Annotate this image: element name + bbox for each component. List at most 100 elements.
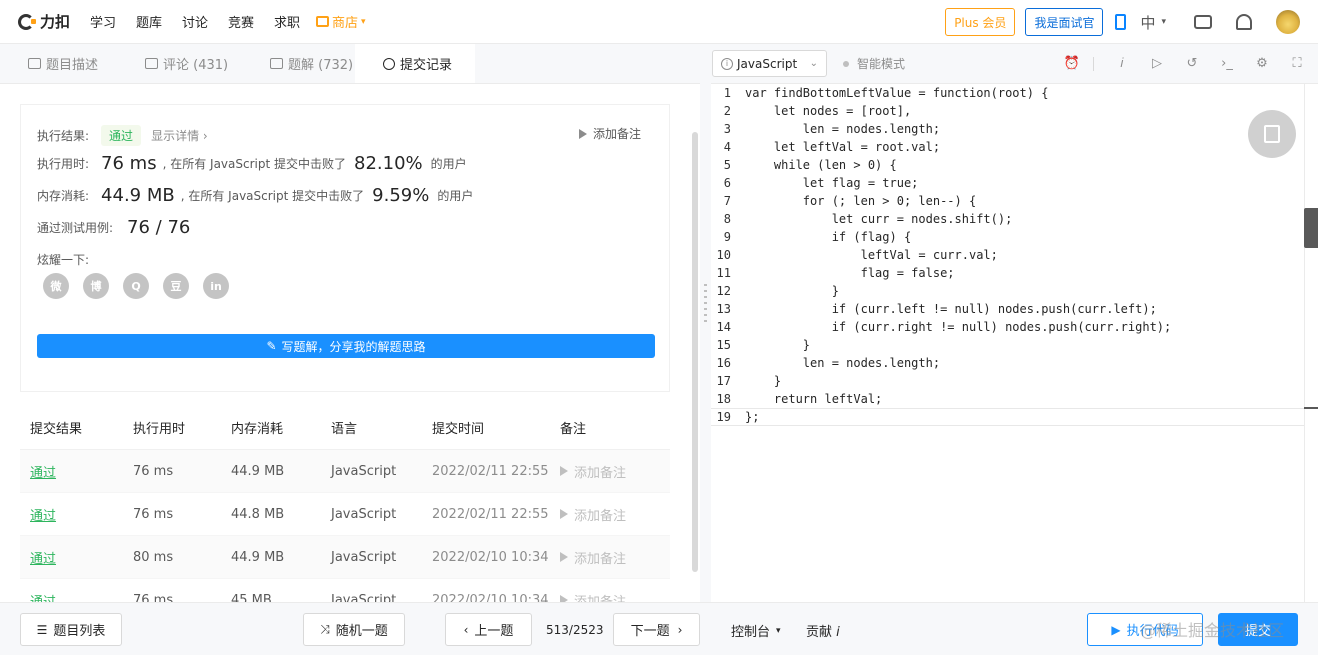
code-text: }; — [745, 410, 760, 424]
logo[interactable]: 力扣 — [18, 11, 80, 32]
language-select-value: JavaScript — [737, 56, 798, 71]
play-icon[interactable]: ▷ — [1150, 56, 1164, 71]
next-problem-button[interactable]: 下一题 › — [613, 613, 700, 646]
nav-item-store[interactable]: 商店 ▾ — [316, 12, 366, 31]
editor-tools: ⏰ 𝑖 ▷ ↺ ›_ ⚙ ⛶ — [1044, 56, 1304, 71]
code-text: while (len > 0) { — [745, 158, 897, 172]
add-note-button[interactable]: 添加备注 — [560, 462, 670, 481]
memory-tail: 的用户 — [437, 189, 474, 203]
code-line: 7 for (; len > 0; len--) { — [711, 192, 1304, 210]
add-note-button[interactable]: 添加备注 — [578, 125, 641, 142]
tab-label: 题目描述 — [46, 58, 99, 73]
user-avatar[interactable] — [1276, 10, 1300, 34]
runtime-value: 76 ms — [101, 153, 157, 174]
bottom-bar: ☰ 题目列表 ⤨ 随机一题 ‹ 上一题 513/2523 下一题 › 控制台 ▾… — [0, 602, 1318, 655]
random-problem-button[interactable]: ⤨ 随机一题 — [303, 613, 405, 646]
result-link[interactable]: 通过 — [30, 509, 56, 524]
plus-member-button[interactable]: Plus 会员 — [945, 8, 1016, 36]
result-link[interactable]: 通过 — [30, 595, 56, 603]
nav-item-problems[interactable]: 题库 — [126, 12, 172, 31]
wechat-share-icon[interactable]: 微 — [43, 273, 69, 299]
scrollbar-thumb[interactable] — [1304, 208, 1318, 248]
code-text: let leftVal = root.val; — [745, 140, 941, 154]
runtime-cell: 80 ms — [133, 549, 174, 565]
code-text: let flag = true; — [745, 176, 919, 190]
language-switch[interactable]: 中 ▾ — [1140, 12, 1166, 33]
line-number: 1 — [723, 86, 731, 100]
douban-share-icon[interactable]: 豆 — [163, 273, 189, 299]
smart-mode-toggle[interactable]: 智能模式 — [843, 55, 905, 72]
runtime-cell: 76 ms — [133, 463, 174, 479]
reset-icon[interactable]: ↺ — [1185, 56, 1199, 71]
tab-solutions[interactable]: 题解 (732) — [242, 44, 355, 83]
date-cell: 2022/02/11 22:55 — [432, 463, 549, 479]
terminal-icon[interactable]: ›_ — [1220, 56, 1234, 71]
result-link[interactable]: 通过 — [30, 552, 56, 567]
nav-item-discuss[interactable]: 讨论 — [172, 12, 218, 31]
add-note-button[interactable]: 添加备注 — [560, 505, 670, 524]
memory-mid: , 在所有 JavaScript 提交中击败了 — [180, 189, 365, 203]
info-icon[interactable]: 𝑖 — [1115, 56, 1129, 71]
contribute-label: 贡献 — [806, 625, 833, 640]
editor-scrollbar[interactable] — [1304, 84, 1318, 602]
prev-problem-button[interactable]: ‹ 上一题 — [445, 613, 532, 646]
chevron-down-icon: ▾ — [776, 625, 781, 636]
fullscreen-icon[interactable]: ⛶ — [1290, 56, 1304, 71]
code-line: 3 len = nodes.length; — [711, 120, 1304, 138]
header-memory: 内存消耗 — [231, 422, 284, 437]
alarm-clock-icon[interactable]: ⏰ — [1064, 56, 1080, 71]
line-number: 16 — [716, 356, 731, 370]
notebook-button[interactable] — [1248, 110, 1296, 158]
notification-bell-icon[interactable] — [1236, 14, 1252, 30]
top-nav: 力扣 学习 题库 讨论 竞赛 求职 商店 ▾ Plus 会员 我是面试官 中 ▾ — [0, 0, 1318, 44]
code-line: 1 var findBottomLeftValue = function(root… — [711, 84, 1304, 102]
nav-item-jobs[interactable]: 求职 — [264, 12, 310, 31]
divider — [1093, 56, 1094, 71]
watermark: @稀土掘金技术社区 — [1140, 621, 1285, 640]
mobile-icon[interactable] — [1115, 14, 1127, 30]
pane-splitter[interactable] — [700, 44, 711, 602]
memory-row: 内存消耗: 44.9 MB , 在所有 JavaScript 提交中击败了 9.… — [37, 185, 473, 206]
tab-label: 提交记录 — [400, 58, 453, 73]
contribute-link[interactable]: 贡献 i — [806, 621, 840, 640]
console-toggle[interactable]: 控制台 ▾ — [731, 621, 781, 640]
add-note-button[interactable]: 添加备注 — [560, 548, 670, 567]
line-number: 15 — [716, 338, 731, 352]
playground-icon[interactable] — [1194, 15, 1212, 29]
runtime-row: 执行用时: 76 ms , 在所有 JavaScript 提交中击败了 82.1… — [37, 153, 467, 174]
nav-item-learn[interactable]: 学习 — [80, 12, 126, 31]
left-scrollbar[interactable] — [692, 132, 698, 572]
status-label: 执行结果: — [37, 129, 90, 143]
nav-item-contest[interactable]: 竞赛 — [218, 12, 264, 31]
write-solution-button[interactable]: ✎ 写题解，分享我的解题思路 — [37, 334, 655, 358]
weibo-share-icon[interactable]: 博 — [83, 273, 109, 299]
pencil-icon: ✎ — [266, 339, 277, 353]
result-link[interactable]: 通过 — [30, 466, 56, 481]
language-select[interactable]: i JavaScript ⌄ — [712, 50, 827, 77]
problem-list-button[interactable]: ☰ 题目列表 — [20, 613, 122, 646]
result-card: 执行结果: 通过 显示详情 › 添加备注 执行用时: 76 ms , 在所有 J… — [20, 104, 670, 392]
smart-mode-label: 智能模式 — [857, 57, 906, 71]
code-editor[interactable]: 1 var findBottomLeftValue = function(root… — [711, 84, 1304, 602]
chevron-down-icon: ▾ — [361, 16, 366, 27]
note-label: 添加备注 — [574, 551, 627, 567]
code-line: 17 } — [711, 372, 1304, 390]
header-language: 语言 — [331, 422, 358, 437]
list-icon: ☰ — [36, 622, 48, 637]
linkedin-share-icon[interactable]: in — [203, 273, 229, 299]
share-label: 炫耀一下: — [37, 253, 90, 267]
runtime-cell: 76 ms — [133, 506, 174, 522]
tab-description[interactable]: 题目描述 — [0, 44, 117, 83]
chevron-down-icon: ▾ — [1161, 17, 1166, 27]
show-details-link[interactable]: 显示详情 › — [151, 127, 208, 144]
qq-share-icon[interactable]: Q — [123, 273, 149, 299]
code-text: let curr = nodes.shift(); — [745, 212, 1013, 226]
tab-label: 题解 (732) — [288, 58, 354, 73]
tab-submissions[interactable]: 提交记录 — [355, 44, 475, 83]
note-label: 添加备注 — [574, 508, 627, 524]
tab-comments[interactable]: 评论 (431) — [117, 44, 242, 83]
scrollbar-marker — [1304, 407, 1318, 409]
add-note-button[interactable]: 添加备注 — [560, 591, 670, 602]
settings-icon[interactable]: ⚙ — [1255, 56, 1269, 71]
interviewer-button[interactable]: 我是面试官 — [1025, 8, 1104, 36]
